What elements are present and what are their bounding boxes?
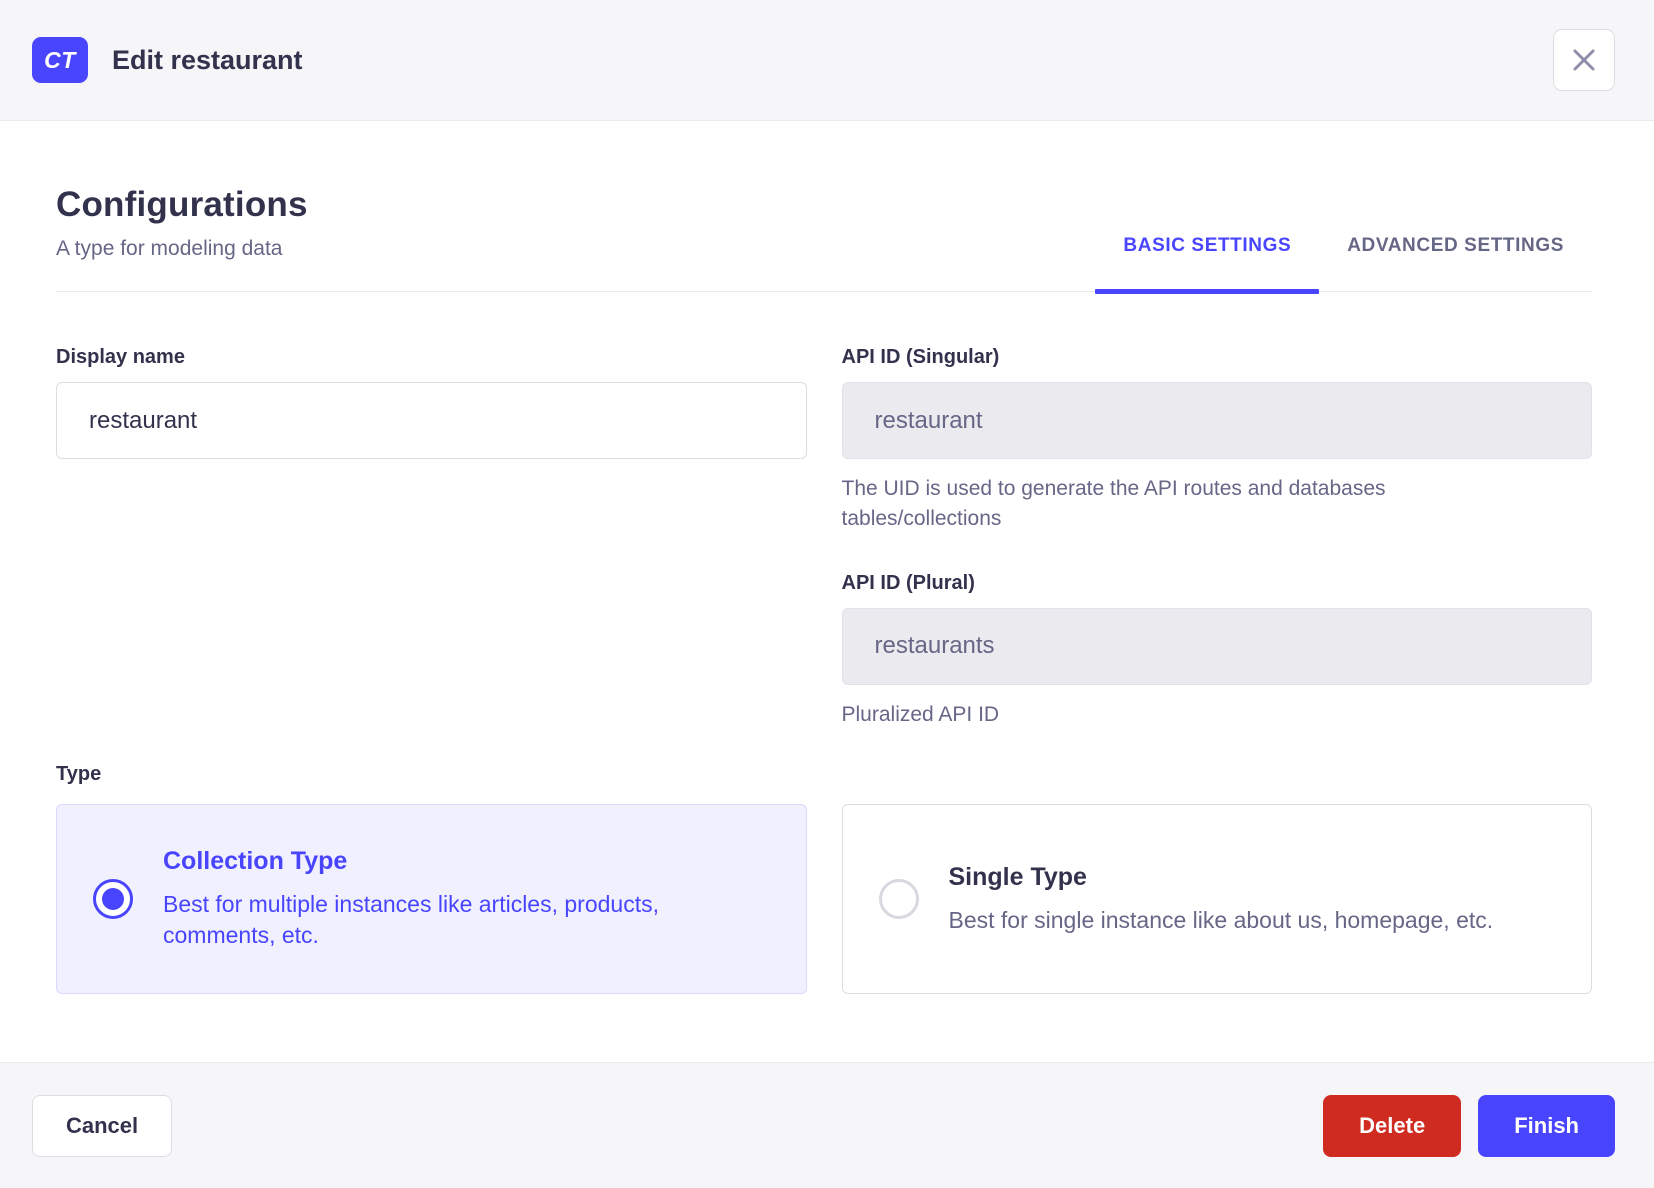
type-option-single[interactable]: Single Type Best for single instance lik… [842,804,1593,994]
settings-tabs: BASIC SETTINGS ADVANCED SETTINGS [1095,235,1592,291]
title-row: Configurations A type for modeling data … [56,185,1592,292]
finish-button[interactable]: Finish [1478,1095,1615,1157]
display-name-label: Display name [56,346,807,369]
radio-collection-type-icon[interactable] [93,879,133,919]
api-id-singular-input [842,382,1593,459]
page-title: Configurations [56,185,308,225]
cancel-button[interactable]: Cancel [32,1095,172,1157]
tab-basic-settings[interactable]: BASIC SETTINGS [1095,235,1319,291]
api-id-plural-group: API ID (Plural) Pluralized API ID [842,572,1593,730]
single-type-text: Single Type Best for single instance lik… [949,863,1494,936]
modal-header: CT Edit restaurant [0,0,1654,121]
content-type-badge-label: CT [44,47,76,74]
api-id-plural-input [842,608,1593,685]
type-option-collection[interactable]: Collection Type Best for multiple instan… [56,804,807,994]
radio-single-type-icon[interactable] [879,879,919,919]
edit-content-type-modal: CT Edit restaurant Configurations A type… [0,0,1654,1188]
close-icon [1570,46,1598,74]
single-type-description: Best for single instance like about us, … [949,905,1494,936]
collection-type-text: Collection Type Best for multiple instan… [163,847,763,951]
api-id-singular-label: API ID (Singular) [842,346,1593,369]
collection-type-description: Best for multiple instances like article… [163,889,763,951]
api-id-plural-label: API ID (Plural) [842,572,1593,595]
display-name-group: Display name [56,346,807,459]
page-subtitle: A type for modeling data [56,237,308,261]
radio-dot [102,888,124,910]
api-id-singular-hint: The UID is used to generate the API rout… [842,474,1487,535]
modal-title: Edit restaurant [112,45,303,76]
collection-type-title: Collection Type [163,847,763,876]
display-name-input[interactable] [56,382,807,459]
type-options: Collection Type Best for multiple instan… [56,804,1592,994]
delete-button[interactable]: Delete [1323,1095,1461,1157]
modal-body: Configurations A type for modeling data … [0,121,1654,1062]
single-type-title: Single Type [949,863,1494,892]
api-id-plural-hint: Pluralized API ID [842,700,1487,730]
content-type-badge: CT [32,37,88,83]
tab-advanced-settings[interactable]: ADVANCED SETTINGS [1319,235,1592,291]
close-button[interactable] [1553,29,1615,91]
type-label: Type [56,763,1592,786]
form-column-left: Display name [56,346,807,730]
intro-section: Configurations A type for modeling data [56,185,308,291]
form-grid: Display name API ID (Singular) The UID i… [56,346,1592,730]
modal-footer: Cancel Delete Finish [0,1062,1654,1188]
form-column-right: API ID (Singular) The UID is used to gen… [842,346,1593,730]
api-id-singular-group: API ID (Singular) The UID is used to gen… [842,346,1593,535]
